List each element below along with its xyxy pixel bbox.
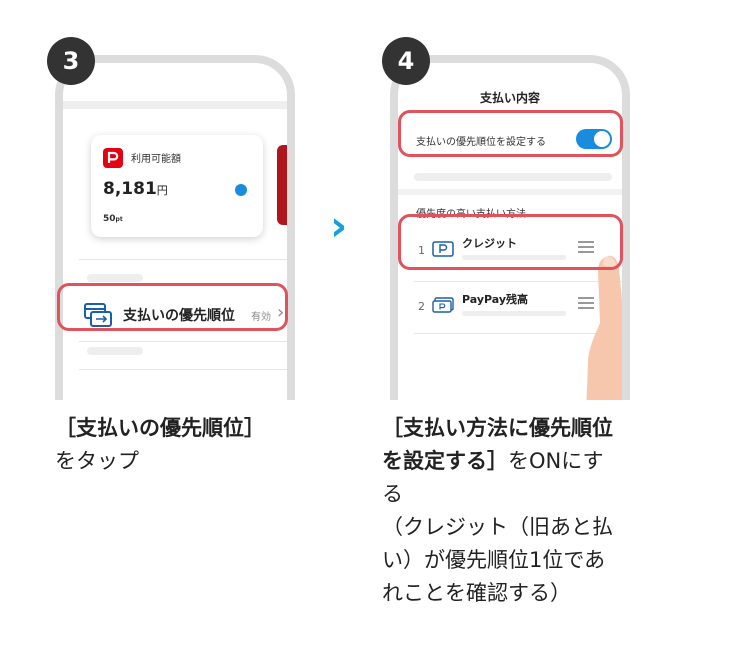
step-4-caption-bold-1: ［支払い方法に優先順位 <box>382 416 613 440</box>
step-4-caption-line-3: る <box>382 482 403 506</box>
step-4-number: 4 <box>397 47 415 75</box>
highlight-first-method <box>398 214 623 270</box>
available-amount-label: 利用可能額 <box>131 154 181 165</box>
step-4-caption-bold-2: を設定する］ <box>382 449 508 473</box>
divider <box>79 341 287 342</box>
placeholder-bar <box>462 311 566 316</box>
step-3-caption: ［支払いの優先順位］ をタップ <box>55 412 265 478</box>
amount-currency: 円 <box>156 184 168 197</box>
step-4-caption: ［支払い方法に優先順位 を設定する］をONにす る （クレジット（旧あと払 い）… <box>382 412 613 610</box>
header-title: 支払い内容 <box>479 91 540 105</box>
available-amount: 8,181円 <box>103 179 168 199</box>
phone-screen-step-3: 利用可能額 8,181円 50pt 支払いの優先順位 有効 › <box>55 55 295 400</box>
step-4-caption-line-4: （クレジット（旧あと払 <box>382 515 613 539</box>
step-3-badge: 3 <box>47 37 95 85</box>
step-3-caption-bold: ［支払いの優先順位］ <box>55 416 265 440</box>
method-name: PayPay残高 <box>462 293 529 306</box>
placeholder-bar <box>87 274 143 282</box>
finger-illustration <box>586 255 622 400</box>
amount-value: 8,181 <box>103 179 157 199</box>
next-card-edge[interactable] <box>277 145 287 225</box>
step-3-caption-rest: をタップ <box>55 449 139 473</box>
paypay-balance-icon <box>432 297 454 313</box>
step-4-badge: 4 <box>382 37 430 85</box>
step-4-caption-line-6: れことを確認する） <box>382 581 571 605</box>
points-value: 50 <box>103 214 116 224</box>
balance-card[interactable]: 利用可能額 8,181円 50pt <box>91 135 263 237</box>
divider <box>79 259 287 260</box>
paypay-logo-icon <box>103 148 123 168</box>
section-separator <box>398 189 622 195</box>
placeholder-bar <box>87 347 143 355</box>
status-dot <box>235 184 247 196</box>
step-4-caption-rest: をONにす <box>508 449 604 473</box>
step-3-number: 3 <box>62 47 80 75</box>
step-4-caption-line-5: い）が優先順位1位であ <box>382 548 606 572</box>
divider <box>79 369 287 370</box>
placeholder-bar <box>63 101 287 109</box>
points-display: 50pt <box>103 214 123 224</box>
method-rank: 2 <box>418 300 425 313</box>
next-step-arrow-icon: › <box>330 201 348 250</box>
placeholder-bar <box>414 173 612 181</box>
highlight-priority-toggle <box>398 110 623 157</box>
highlight-payment-priority <box>57 283 288 331</box>
points-unit: pt <box>115 216 123 223</box>
